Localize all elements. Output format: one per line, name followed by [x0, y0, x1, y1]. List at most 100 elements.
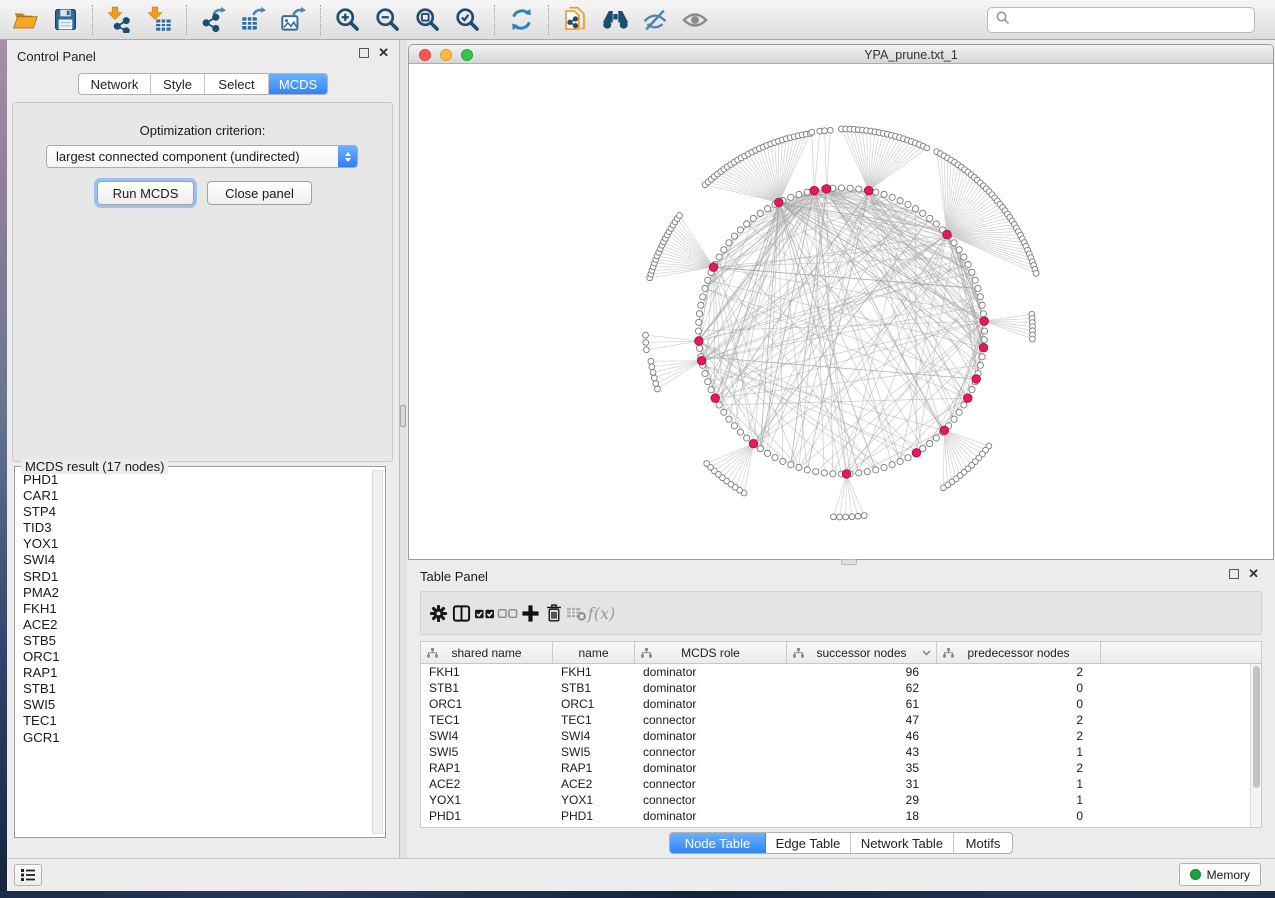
mcds-result-item[interactable]: RAP1: [15, 665, 371, 681]
tab-motifs[interactable]: Motifs: [954, 833, 1012, 853]
tab-style[interactable]: Style: [151, 74, 205, 94]
close-panel-icon[interactable]: ✕: [1248, 569, 1259, 579]
mcds-result-item[interactable]: YOX1: [15, 536, 371, 552]
table-row[interactable]: YOX1YOX1connector291: [421, 792, 1261, 808]
toolbar-separator: [548, 5, 549, 35]
deselect-all-icon[interactable]: [496, 598, 519, 628]
mcds-result-item[interactable]: STB1: [15, 681, 371, 697]
open-file-icon[interactable]: [8, 3, 42, 37]
network-window-titlebar[interactable]: YPA_prune.txt_1: [409, 45, 1273, 64]
mcds-result-item[interactable]: SWI4: [15, 552, 371, 568]
dropdown-stepper-icon: [338, 146, 357, 167]
settings-icon[interactable]: [427, 598, 450, 628]
mcds-result-item[interactable]: TEC1: [15, 713, 371, 729]
close-panel-button[interactable]: Close panel: [207, 181, 312, 205]
splitter-handle[interactable]: [400, 405, 406, 427]
table-cell: PHD1: [421, 809, 553, 823]
delete-table-icon[interactable]: [565, 598, 588, 628]
zoom-selected-icon[interactable]: [450, 3, 484, 37]
panel-toggle-button[interactable]: [14, 864, 42, 886]
float-window-icon[interactable]: [1229, 569, 1239, 579]
mcds-result-item[interactable]: ORC1: [15, 649, 371, 665]
table-cell: 18: [787, 809, 937, 823]
mcds-result-item[interactable]: SWI5: [15, 697, 371, 713]
float-window-icon[interactable]: [359, 48, 369, 58]
table-scrollbar[interactable]: [1250, 664, 1261, 827]
table-row[interactable]: STB1STB1dominator620: [421, 680, 1261, 696]
scrollbar-thumb[interactable]: [1253, 666, 1260, 788]
export-image-icon[interactable]: [276, 3, 310, 37]
search-input[interactable]: [1011, 10, 1254, 30]
binoculars-icon[interactable]: [598, 3, 632, 37]
table-row[interactable]: TEC1TEC1connector472: [421, 712, 1261, 728]
mcds-result-list: PHD1CAR1STP4TID3YOX1SWI4SRD1PMA2FKH1ACE2…: [15, 472, 371, 835]
column-header-name[interactable]: name: [553, 642, 635, 663]
tab-edge-table[interactable]: Edge Table: [766, 833, 851, 853]
minimize-window-icon[interactable]: [440, 49, 452, 61]
table-row[interactable]: PHD1PHD1dominator180: [421, 808, 1261, 824]
column-header-successor-nodes[interactable]: successor nodes: [787, 642, 937, 663]
mcds-result-item[interactable]: SRD1: [15, 569, 371, 585]
mcds-result-item[interactable]: GCR1: [15, 730, 371, 746]
mcds-result-item[interactable]: TID3: [15, 520, 371, 536]
table-row[interactable]: SWI5SWI5connector431: [421, 744, 1261, 760]
split-panel-icon[interactable]: [450, 598, 473, 628]
zoom-in-icon[interactable]: [330, 3, 364, 37]
tab-mcds[interactable]: MCDS: [269, 74, 327, 94]
search-field[interactable]: [987, 7, 1255, 33]
zoom-out-icon[interactable]: [370, 3, 404, 37]
table-cell: 29: [787, 793, 937, 807]
criterion-dropdown[interactable]: largest connected component (undirected): [46, 145, 358, 168]
table-cell: ORC1: [553, 697, 635, 711]
mcds-result-item[interactable]: CAR1: [15, 488, 371, 504]
network-document-icon[interactable]: [558, 3, 592, 37]
tab-node-table[interactable]: Node Table: [670, 833, 766, 853]
table-row[interactable]: ACE2ACE2connector311: [421, 776, 1261, 792]
column-label: MCDS role: [681, 646, 740, 660]
mcds-scrollbar[interactable]: [372, 470, 383, 834]
zoom-fit-icon[interactable]: [410, 3, 444, 37]
table-cell: RAP1: [553, 761, 635, 775]
close-window-icon[interactable]: [419, 49, 431, 61]
column-header-MCDS-role[interactable]: MCDS role: [635, 642, 787, 663]
mcds-result-item[interactable]: STP4: [15, 504, 371, 520]
select-all-icon[interactable]: [473, 598, 496, 628]
mcds-result-item[interactable]: PHD1: [15, 472, 371, 488]
table-row[interactable]: FKH1FKH1dominator962: [421, 664, 1261, 680]
table-cell: YOX1: [553, 793, 635, 807]
memory-button[interactable]: Memory: [1179, 863, 1261, 886]
vertical-splitter[interactable]: [400, 40, 407, 858]
run-mcds-button[interactable]: Run MCDS: [97, 181, 194, 205]
import-network-icon[interactable]: [102, 3, 136, 37]
mcds-result-item[interactable]: ACE2: [15, 617, 371, 633]
import-table-icon[interactable]: [142, 3, 176, 37]
tab-network-table[interactable]: Network Table: [851, 833, 954, 853]
table-cell: PHD1: [553, 809, 635, 823]
tab-network[interactable]: Network: [79, 74, 151, 94]
table-row[interactable]: SWI4SWI4dominator462: [421, 728, 1261, 744]
hide-selected-icon[interactable]: [638, 3, 672, 37]
export-network-icon[interactable]: [196, 3, 230, 37]
status-bar: Memory: [7, 858, 1275, 891]
table-row[interactable]: RAP1RAP1dominator352: [421, 760, 1261, 776]
mcds-result-item[interactable]: STB5: [15, 633, 371, 649]
maximize-window-icon[interactable]: [461, 49, 473, 61]
column-header-shared-name[interactable]: shared name: [421, 642, 553, 663]
close-panel-icon[interactable]: ✕: [378, 48, 389, 58]
network-canvas[interactable]: [409, 64, 1273, 559]
delete-column-icon[interactable]: [542, 598, 565, 628]
add-column-icon[interactable]: [519, 598, 542, 628]
column-header-predecessor-nodes[interactable]: predecessor nodes: [937, 642, 1101, 663]
function-builder-icon[interactable]: f(x): [588, 598, 611, 628]
refresh-icon[interactable]: [504, 3, 538, 37]
table-row[interactable]: ORC1ORC1dominator610: [421, 696, 1261, 712]
save-session-icon[interactable]: [48, 3, 82, 37]
show-eye-icon[interactable]: [678, 3, 712, 37]
panel-resize-grip[interactable]: [841, 559, 857, 565]
tab-select[interactable]: Select: [205, 74, 269, 94]
table-cell: dominator: [635, 761, 787, 775]
mcds-result-item[interactable]: FKH1: [15, 601, 371, 617]
table-cell: 0: [937, 809, 1101, 823]
export-table-icon[interactable]: [236, 3, 270, 37]
mcds-result-item[interactable]: PMA2: [15, 585, 371, 601]
